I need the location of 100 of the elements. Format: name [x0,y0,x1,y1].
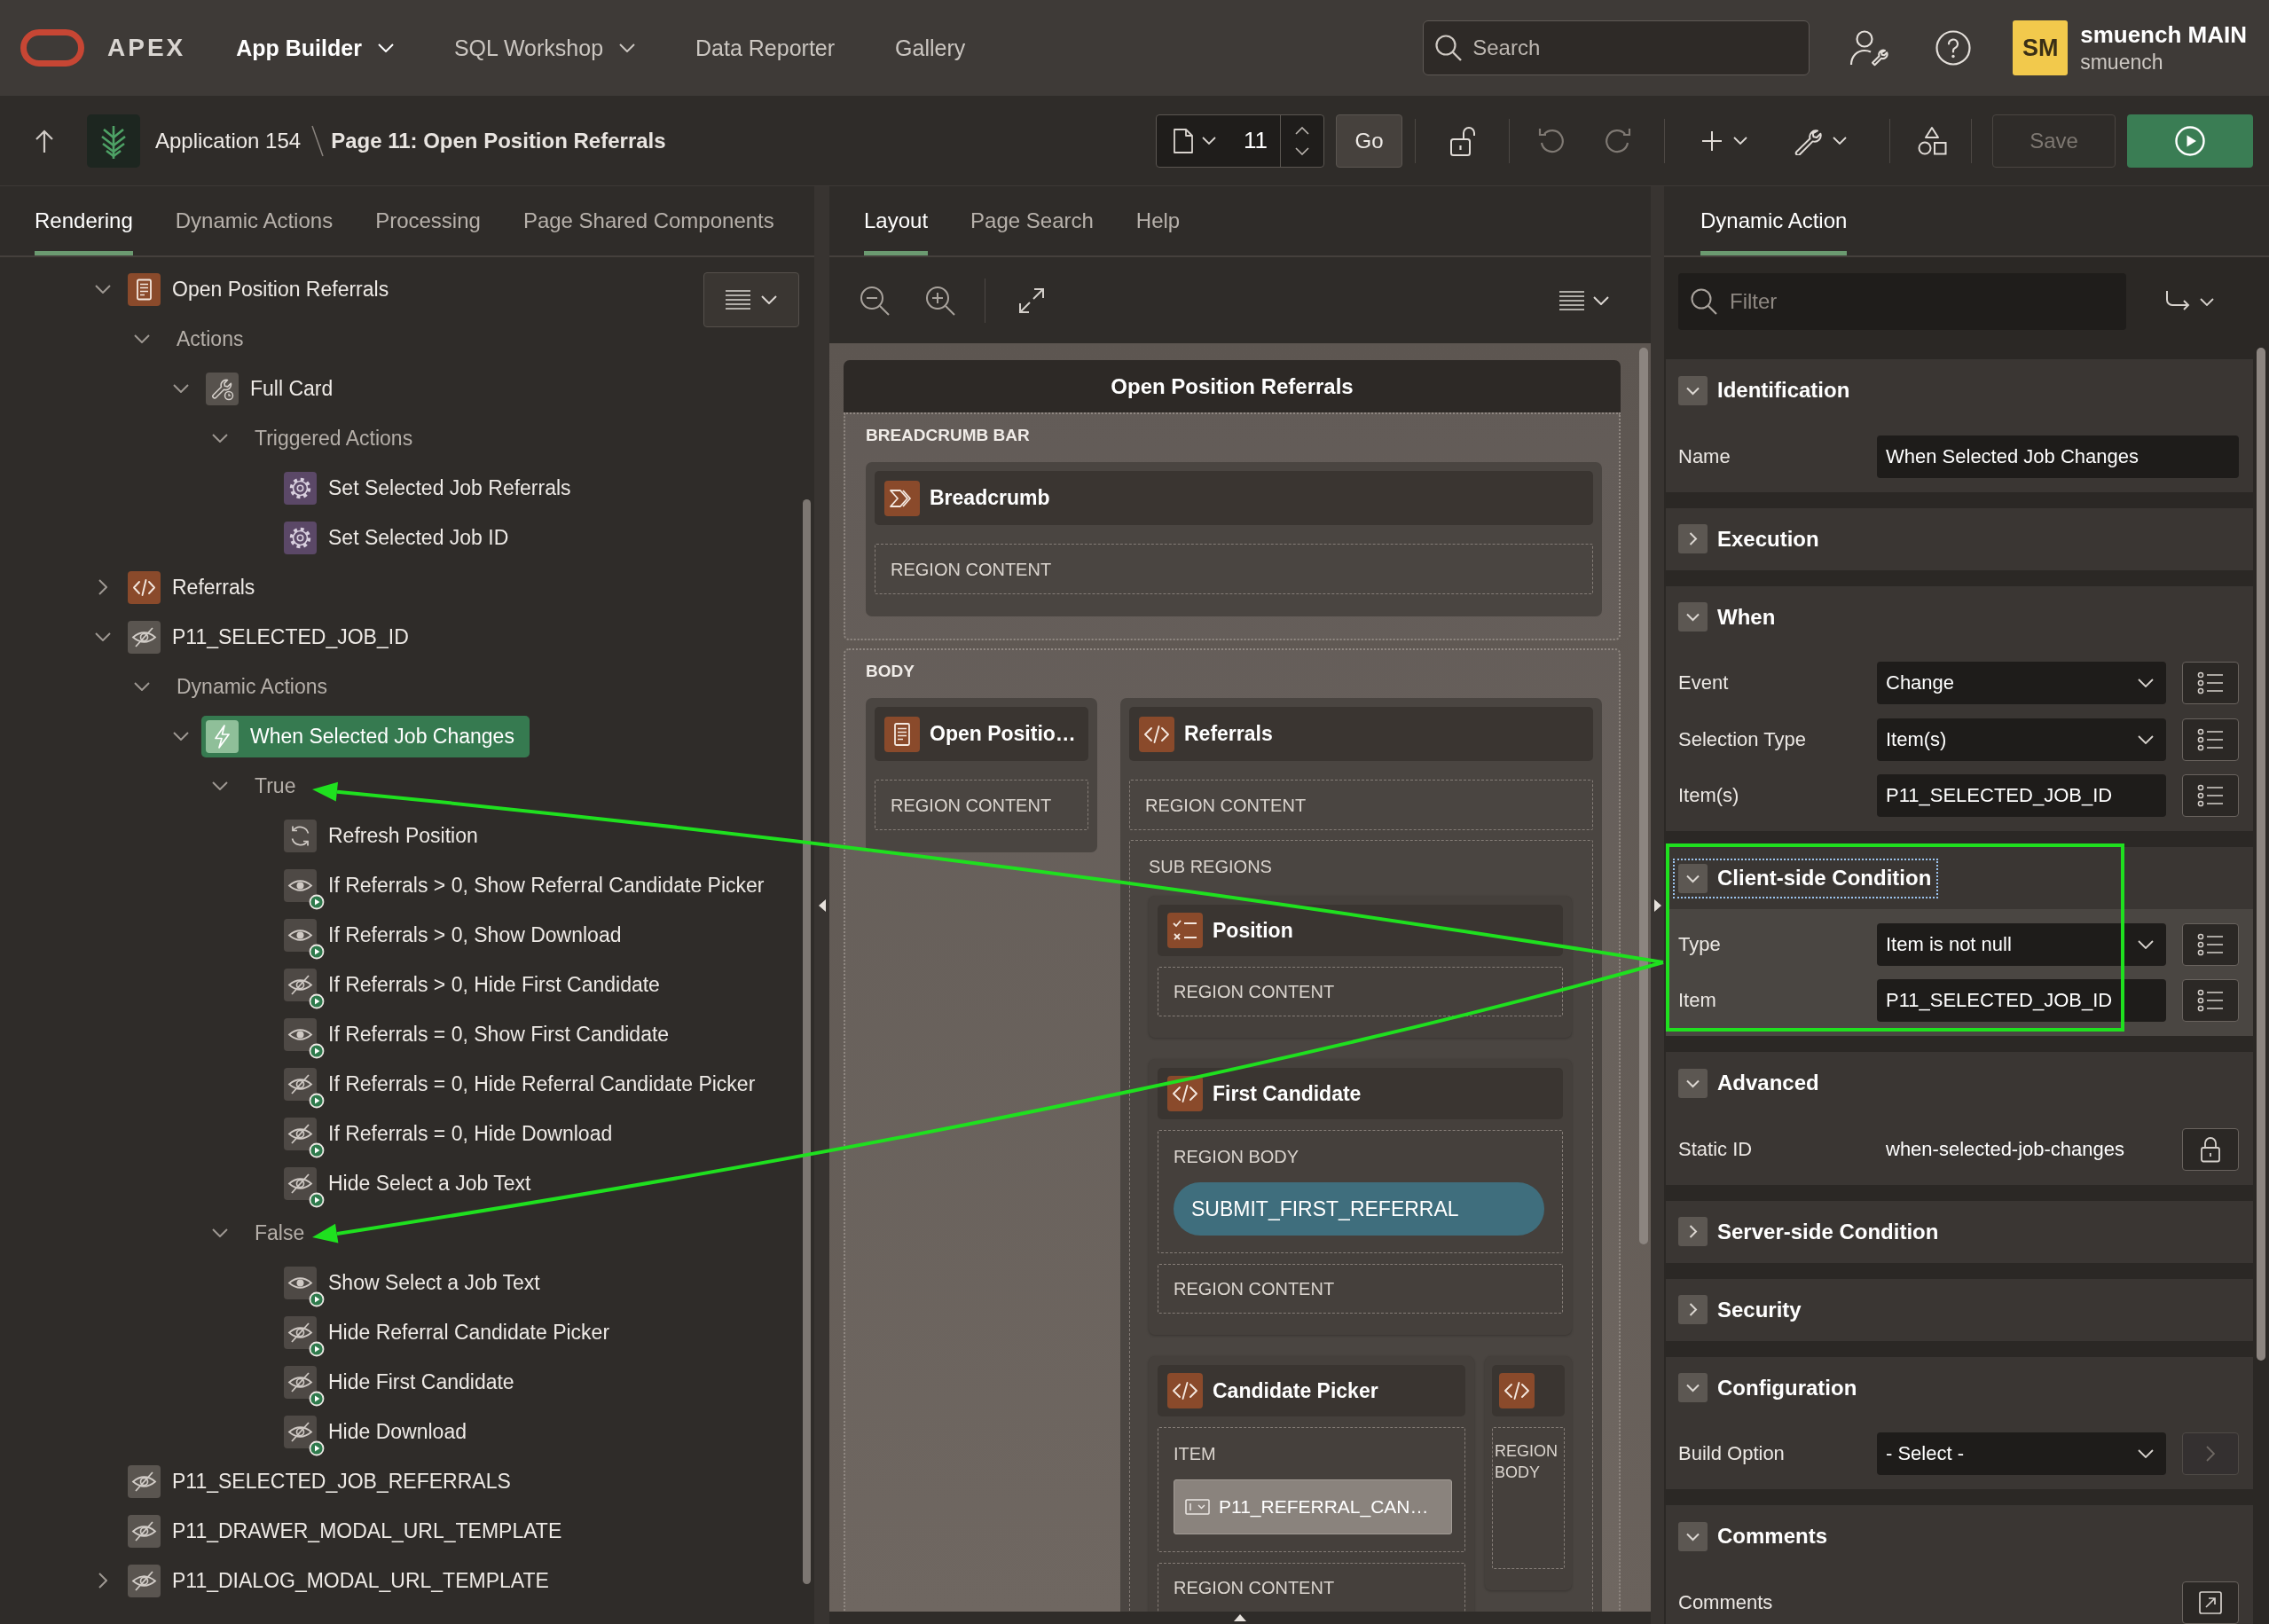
tab[interactable]: Help [1135,186,1181,255]
tree-node[interactable]: Hide Download [279,1410,482,1453]
region-header[interactable] [1492,1365,1565,1416]
tab[interactable]: Layout [864,186,929,255]
tree-node[interactable]: Hide Referral Candidate Picker [279,1311,625,1353]
tree-node[interactable]: If Referrals = 0, Hide Referral Candidate Picker [279,1063,771,1105]
list-button[interactable] [2182,718,2239,761]
chevron-down-icon[interactable] [1295,146,1309,155]
chevron-down-icon[interactable] [134,334,150,343]
tree-node[interactable]: P11_DRAWER_MODAL_URL_TEMPLATE [123,1510,577,1552]
person-wrench-icon[interactable] [1849,29,1891,67]
chevron-right-icon[interactable] [98,579,107,595]
tree-node[interactable]: When Selected Job Changes [201,715,530,757]
region-header[interactable]: Breadcrumb [875,471,1593,525]
expand-icon[interactable] [1018,286,1045,314]
help-icon[interactable] [1935,30,1972,66]
lock-icon[interactable] [1449,124,1476,157]
tree-node[interactable]: P11_DIALOG_MODAL_URL_TEMPLATE [123,1559,564,1602]
zoom-out-icon[interactable] [860,285,890,316]
page-number-field[interactable]: 11 [1233,114,1280,167]
region-header[interactable]: First Candidate [1158,1068,1563,1119]
group-header[interactable]: Advanced [1675,1064,1825,1102]
tree-node[interactable]: P11_SELECTED_JOB_REFERRALS [123,1460,526,1502]
select-field[interactable]: Item is not null [1877,922,2166,966]
list-button[interactable] [2182,662,2239,705]
region-header[interactable]: Open Positio… [875,707,1088,761]
select-field[interactable]: - Select - [1877,1432,2166,1476]
tree-node[interactable]: Refresh Position [279,814,493,857]
chevron-down-icon[interactable] [95,632,111,641]
nav-menu[interactable]: SQL Workshop [453,35,636,61]
list-button[interactable] [2182,774,2239,818]
user-avatar[interactable]: SM [2013,20,2069,75]
view-menu-button[interactable] [1559,290,1609,310]
application-link[interactable]: Application 154 [155,128,302,153]
tree-node[interactable]: Open Position Referrals [123,268,404,310]
scrollbar[interactable] [1639,348,1648,1244]
tab[interactable]: Page Search [970,186,1094,255]
tree-node[interactable]: True [240,769,311,803]
group-header[interactable]: Identification [1675,372,1856,409]
tab[interactable]: Rendering [35,186,133,255]
triangle-left-icon[interactable] [818,898,826,912]
chevron-down-icon[interactable] [134,682,150,691]
tree-node[interactable]: Referrals [123,566,271,608]
chevron-down-icon[interactable] [173,732,189,741]
scrollbar[interactable] [2257,348,2265,1361]
region-header[interactable]: Referrals [1129,707,1593,761]
tree-node[interactable]: If Referrals = 0, Hide Download [279,1112,628,1155]
zoom-in-icon[interactable] [925,285,955,316]
chevron-up-icon[interactable] [1295,126,1309,135]
group-header[interactable]: Client-side Condition [1675,859,1937,897]
scrollbar[interactable] [803,499,811,1584]
region-header[interactable]: Candidate Picker [1158,1365,1465,1416]
tree-node[interactable]: If Referrals > 0, Show Referral Candidate Picker [279,864,780,906]
tab[interactable]: Page Shared Components [522,186,774,255]
text-field[interactable]: P11_SELECTED_JOB_ID [1877,774,2166,818]
tree-node[interactable]: If Referrals > 0, Hide First Candidate [279,963,675,1006]
group-header[interactable]: Security [1675,1291,1807,1328]
text-field[interactable]: When Selected Job Changes [1877,435,2239,478]
triangle-up-icon[interactable] [1234,1614,1246,1621]
search-field[interactable]: Search [1423,20,1810,75]
tree-node[interactable]: P11_SELECTED_JOB_ID [123,616,424,658]
run-button[interactable] [2127,114,2253,168]
up-arrow-icon[interactable] [34,128,55,153]
nav-menu[interactable]: App Builder [236,35,394,61]
tab[interactable]: Processing [375,186,481,255]
expand-button[interactable] [2182,1581,2239,1624]
group-header[interactable]: Server-side Condition [1675,1213,1944,1250]
tree-node[interactable]: Triggered Actions [240,421,428,455]
select-field[interactable]: Change [1877,662,2166,705]
chevron-right-icon[interactable] [98,1573,107,1589]
tree-node[interactable]: If Referrals > 0, Show Download [279,914,637,956]
tree-node[interactable]: Hide First Candidate [279,1361,530,1403]
text-field[interactable]: P11_SELECTED_JOB_ID [1877,979,2166,1023]
nav-link[interactable]: Gallery [895,35,966,61]
go-button[interactable]: Go [1336,114,1402,168]
tree-node[interactable]: Set Selected Job ID [279,516,524,559]
triangle-right-icon[interactable] [1653,898,1661,912]
list-button[interactable] [2182,979,2239,1023]
region-header[interactable]: Position [1158,905,1563,956]
tree-node[interactable]: Full Card [201,367,349,410]
page-button[interactable]: SUBMIT_FIRST_REFERRAL [1174,1182,1544,1236]
chevron-down-icon[interactable] [212,781,228,790]
chevron-down-icon[interactable] [212,1228,228,1237]
group-header[interactable]: Configuration [1675,1369,1863,1406]
filter-field[interactable]: Filter [1678,273,2126,330]
nav-link[interactable]: Data Reporter [695,35,836,61]
select-item[interactable]: P11_REFERRAL_CAN… [1174,1479,1452,1534]
chevron-down-icon[interactable] [212,434,228,443]
tree-node[interactable]: Show Select a Job Text [279,1261,555,1304]
tree-node[interactable]: Actions [162,322,259,356]
lock-button[interactable] [2182,1127,2239,1171]
list-button[interactable] [2182,922,2239,966]
chevron-down-icon[interactable] [173,384,189,393]
shapes-icon[interactable] [1917,125,1947,156]
chevron-down-icon[interactable] [95,285,111,294]
tree-node[interactable]: Set Selected Job Referrals [279,467,586,509]
tree-node[interactable]: Hide Select a Job Text [279,1162,546,1204]
tree-node[interactable]: False [240,1216,320,1250]
tab[interactable]: Dynamic Actions [175,186,334,255]
tree-node[interactable]: If Referrals = 0, Show First Candidate [279,1013,685,1055]
